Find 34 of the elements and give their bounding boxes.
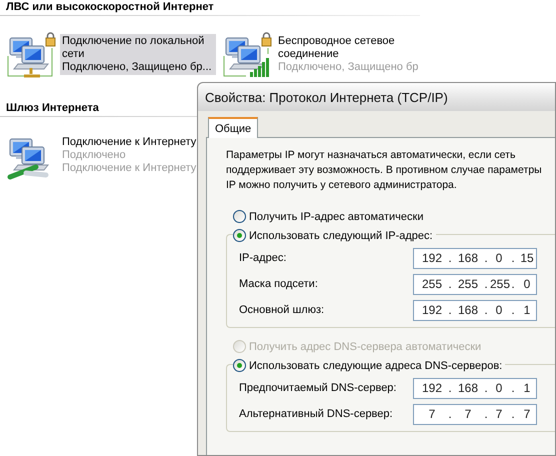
radio-label: Использовать следующий IP-адрес: — [249, 230, 433, 242]
radio-button[interactable] — [233, 359, 246, 372]
ip-address-field[interactable]: 255 . 255 . 255. 0 — [413, 274, 537, 294]
radio-button[interactable] — [233, 210, 246, 223]
radio-label: Использовать следующие адреса DNS-серверов: — [249, 360, 502, 372]
connection-name: Беспроводное сетевое соединение — [278, 35, 396, 61]
connection-status: Подключено, Защищено бр... — [62, 61, 213, 74]
ip-address-field[interactable]: 192 . 168 . 0 . 1 — [413, 300, 537, 320]
connection-item[interactable]: Подключение к Интернету Подключено Подключение к Интернету — [60, 135, 198, 176]
group-heading: ЛВС или высокоскоростной Интернет — [5, 1, 215, 15]
ip-address-field[interactable]: 192 . 168 . 0 . 15 — [413, 248, 537, 268]
field-label: Предпочитаемый DNS-сервер: — [239, 382, 396, 394]
field-label: Основной шлюз: — [239, 304, 324, 316]
connection-status: Подключено — [62, 149, 127, 162]
connection-status: Подключено, Защищено бр — [278, 61, 420, 74]
ip-address-field[interactable]: 192 . 168 . 0 . 1 — [413, 378, 537, 398]
radio-button[interactable] — [233, 229, 246, 242]
connection-item[interactable]: Беспроводное сетевое соединение Подключено, Защищено бр — [276, 34, 432, 75]
field-label: Альтернативный DNS-сервер: — [239, 408, 393, 420]
radio-label: Получить IP-адрес автоматически — [249, 210, 424, 222]
field-label: IP-адрес: — [239, 252, 286, 264]
description-text: Параметры IP могут назначаться автоматически, если сеть поддерживает эту возможность. В противном случае параметры IP можно получить у сетевого администратора. — [226, 148, 543, 193]
connection-name: Подключение по локальной сети — [62, 35, 206, 61]
wireless-connection-icon[interactable] — [222, 32, 272, 80]
ip-address-field[interactable]: 7 . 7 . 7 . 7 — [413, 404, 537, 424]
radio-label: Получить адрес DNS-сервера автоматически — [249, 340, 482, 352]
window-title: Свойства: Протокол Интернета (TCP/IP) — [205, 90, 448, 104]
tab[interactable]: Общие — [208, 117, 258, 138]
field-label: Маска подсети: — [239, 278, 318, 290]
connection-item[interactable]: Подключение по локальной сети Подключено, Защищено бр... — [60, 34, 216, 75]
connection-status: Подключение к Интернету — [62, 162, 196, 175]
group-heading: Шлюз Интернета — [5, 102, 100, 116]
network-connection-icon[interactable] — [6, 32, 56, 80]
connection-name: Подключение к Интернету — [62, 136, 196, 149]
